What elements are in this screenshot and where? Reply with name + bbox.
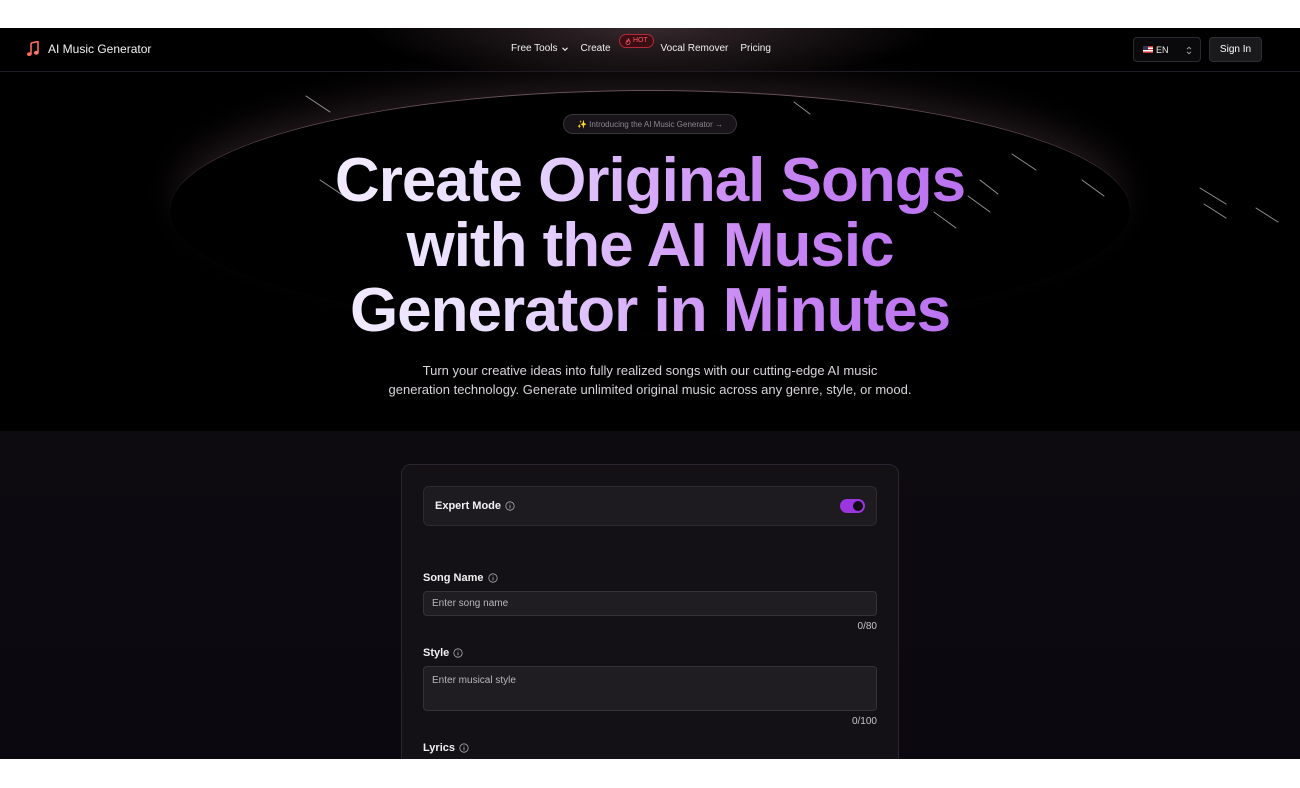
language-selector[interactable]: EN bbox=[1133, 37, 1201, 62]
nav-vocal-remover[interactable]: Vocal Remover bbox=[661, 43, 729, 54]
toggle-knob bbox=[853, 501, 863, 511]
info-icon[interactable] bbox=[487, 573, 498, 583]
us-flag-icon bbox=[1143, 46, 1153, 53]
hero-title-line-2: with the AI Music bbox=[406, 211, 894, 280]
brand-name: AI Music Generator bbox=[48, 42, 152, 56]
info-icon[interactable] bbox=[459, 743, 469, 753]
expert-mode-label: Expert Mode bbox=[435, 500, 502, 512]
lyrics-label: Lyrics bbox=[423, 742, 456, 754]
song-form-card: Expert Mode Song Name 0/80 Style bbox=[401, 464, 899, 759]
music-note-icon bbox=[26, 41, 39, 57]
language-code: EN bbox=[1156, 44, 1169, 55]
hero-title: Create Original Songs with the AI Music … bbox=[300, 148, 1000, 343]
chevron-up-down-icon bbox=[1186, 46, 1192, 55]
style-input[interactable] bbox=[423, 666, 877, 711]
nav-free-tools[interactable]: Free Tools bbox=[511, 43, 569, 54]
top-navigation-bar: AI Music Generator Free Tools Create Voc… bbox=[0, 28, 1300, 72]
hero-title-line-3: Generator in Minutes bbox=[349, 276, 951, 345]
song-name-input[interactable] bbox=[423, 591, 877, 616]
hero-subtitle: Turn your creative ideas into fully real… bbox=[350, 361, 950, 399]
app-viewport: AI Music Generator Free Tools Create Voc… bbox=[0, 28, 1300, 759]
hero-title-line-1: Create Original Songs bbox=[334, 146, 966, 215]
song-name-label-row: Song Name bbox=[423, 572, 498, 584]
nav-pricing-label: Pricing bbox=[740, 43, 771, 54]
expert-mode-row: Expert Mode bbox=[423, 486, 877, 526]
style-label: Style bbox=[423, 647, 450, 659]
song-name-counter: 0/80 bbox=[857, 621, 877, 632]
nav-pricing[interactable]: Pricing bbox=[740, 43, 771, 54]
chevron-down-icon bbox=[561, 46, 568, 51]
fire-icon bbox=[625, 37, 631, 45]
nav-free-tools-label: Free Tools bbox=[511, 43, 558, 54]
brand-link[interactable]: AI Music Generator bbox=[26, 41, 151, 57]
lyrics-label-row: Lyrics bbox=[423, 742, 469, 754]
song-name-label: Song Name bbox=[423, 572, 484, 584]
sign-in-button[interactable]: Sign In bbox=[1209, 37, 1262, 62]
style-label-row: Style bbox=[423, 647, 463, 659]
style-counter: 0/100 bbox=[851, 716, 877, 727]
info-icon[interactable] bbox=[453, 648, 463, 658]
hero-subtitle-line-2: generation technology. Generate unlimite… bbox=[388, 382, 912, 397]
nav-create[interactable]: Create bbox=[581, 43, 611, 54]
hot-badge-label: HOT bbox=[633, 37, 648, 44]
announcement-pill[interactable]: ✨ Introducing the AI Music Generator → bbox=[563, 114, 737, 134]
info-icon[interactable] bbox=[505, 501, 515, 511]
hero-subtitle-line-1: Turn your creative ideas into fully real… bbox=[422, 363, 878, 378]
nav-create-label: Create bbox=[580, 43, 611, 54]
expert-mode-toggle[interactable] bbox=[840, 499, 865, 513]
nav-vocal-remover-label: Vocal Remover bbox=[660, 43, 729, 54]
hot-badge: HOT bbox=[619, 34, 654, 48]
